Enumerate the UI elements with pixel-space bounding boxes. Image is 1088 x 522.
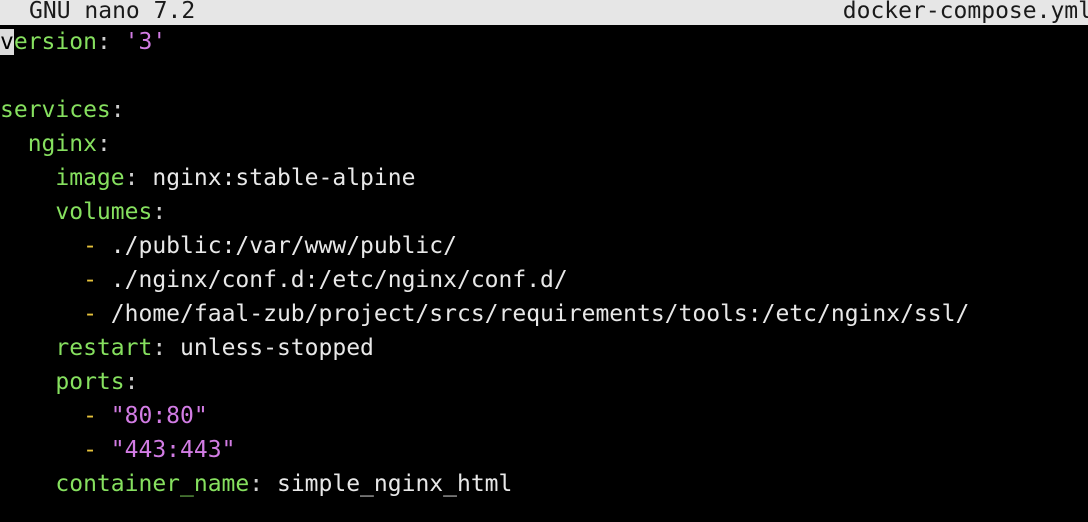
yaml-value: simple_nginx_html bbox=[276, 471, 513, 497]
app-version-label: GNU nano 7.2 bbox=[29, 0, 196, 24]
filename-label: docker-compose.yml bbox=[842, 0, 1088, 24]
editor-text-area[interactable]: version: '3' services: nginx: image: ngin… bbox=[0, 25, 1088, 522]
yaml-value: /home/faal-zub/project/srcs/requirements… bbox=[110, 301, 970, 327]
yaml-key: nginx bbox=[27, 131, 97, 157]
yaml-value: ./nginx/conf.d:/etc/nginx/conf.d/ bbox=[110, 267, 568, 293]
yaml-separator: : bbox=[124, 165, 153, 191]
yaml-value: nginx:stable-alpine bbox=[152, 165, 416, 191]
yaml-separator: : bbox=[152, 335, 181, 361]
code-line[interactable]: restart: unless-stopped bbox=[0, 331, 1088, 365]
text-cursor: v bbox=[0, 29, 14, 55]
yaml-key: ersion bbox=[13, 29, 97, 55]
yaml-separator: : bbox=[249, 471, 277, 497]
code-line[interactable]: - /home/faal-zub/project/srcs/requiremen… bbox=[0, 297, 1088, 331]
yaml-separator: : bbox=[152, 199, 167, 225]
list-dash: - bbox=[83, 437, 111, 463]
yaml-string: "80:80" bbox=[110, 403, 208, 429]
yaml-key: container_name bbox=[55, 471, 250, 497]
code-line[interactable]: image: nginx:stable-alpine bbox=[0, 161, 1088, 195]
yaml-key: ports bbox=[55, 369, 125, 395]
yaml-key: image bbox=[55, 165, 125, 191]
yaml-value: unless-stopped bbox=[180, 335, 374, 361]
yaml-separator: : bbox=[96, 29, 125, 55]
code-line[interactable]: container_name: simple_nginx_html bbox=[0, 467, 1088, 501]
code-line[interactable]: services: bbox=[0, 93, 1088, 127]
code-line[interactable]: volumes: bbox=[0, 195, 1088, 229]
code-line[interactable]: version: '3' bbox=[0, 25, 1088, 59]
list-dash: - bbox=[83, 233, 111, 259]
yaml-string: "443:443" bbox=[110, 437, 236, 463]
nano-title-bar: GNU nano 7.2 docker-compose.yml bbox=[0, 0, 1088, 25]
yaml-separator: : bbox=[96, 131, 111, 157]
list-dash: - bbox=[83, 301, 111, 327]
code-line[interactable] bbox=[0, 59, 1088, 93]
yaml-separator: : bbox=[110, 97, 125, 123]
code-line[interactable]: - "443:443" bbox=[0, 433, 1088, 467]
list-dash: - bbox=[83, 403, 111, 429]
code-line[interactable]: - ./nginx/conf.d:/etc/nginx/conf.d/ bbox=[0, 263, 1088, 297]
yaml-value: ./public:/var/www/public/ bbox=[110, 233, 457, 259]
yaml-key: volumes bbox=[55, 199, 153, 225]
code-line[interactable]: - "80:80" bbox=[0, 399, 1088, 433]
code-line[interactable]: nginx: bbox=[0, 127, 1088, 161]
code-line[interactable]: - ./public:/var/www/public/ bbox=[0, 229, 1088, 263]
code-line[interactable]: ports: bbox=[0, 365, 1088, 399]
yaml-key: services bbox=[0, 97, 111, 123]
list-dash: - bbox=[83, 267, 111, 293]
yaml-string: '3' bbox=[124, 29, 167, 55]
yaml-separator: : bbox=[124, 369, 139, 395]
yaml-key: restart bbox=[55, 335, 153, 361]
